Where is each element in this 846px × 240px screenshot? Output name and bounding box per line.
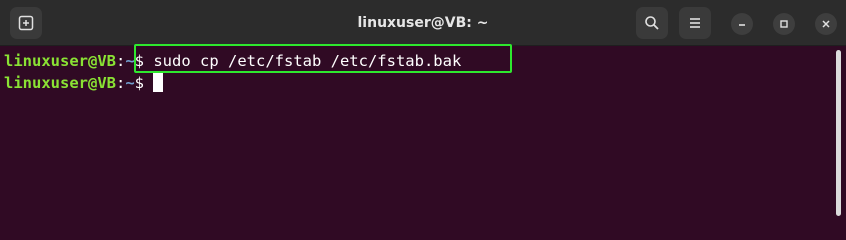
scrollbar[interactable] <box>836 50 841 216</box>
prompt-symbol: $ <box>134 52 154 70</box>
new-tab-button[interactable] <box>10 7 42 39</box>
prompt-separator: : <box>115 74 126 92</box>
close-icon <box>822 20 830 28</box>
search-icon <box>645 16 659 30</box>
menu-button[interactable] <box>679 7 711 39</box>
maximize-button[interactable] <box>773 13 795 35</box>
title-bar[interactable]: linuxuser@VB: ~ <box>0 0 846 46</box>
text-cursor <box>153 73 164 92</box>
minimize-icon <box>739 24 745 26</box>
prompt-user-host: linuxuser@VB <box>4 52 116 70</box>
new-tab-icon <box>18 15 34 31</box>
terminal-line: linuxuser@VB:~$ <box>4 73 164 93</box>
hamburger-menu-icon <box>690 18 700 28</box>
close-button[interactable] <box>815 13 837 35</box>
window-title: linuxuser@VB: ~ <box>357 15 489 31</box>
search-button[interactable] <box>636 7 668 39</box>
terminal-line: linuxuser@VB:~$ sudo cp /etc/fstab /etc/… <box>4 51 461 71</box>
prompt-user-host: linuxuser@VB <box>4 74 116 92</box>
prompt-path: ~ <box>125 74 135 92</box>
minimize-button[interactable] <box>731 13 753 35</box>
prompt-symbol: $ <box>134 74 154 92</box>
maximize-icon <box>780 20 788 28</box>
prompt-path: ~ <box>125 52 135 70</box>
command-text: sudo cp /etc/fstab /etc/fstab.bak <box>153 52 462 70</box>
terminal-window: linuxuser@VB: ~ linuxuser@VB:~$ sudo cp … <box>0 0 846 223</box>
prompt-separator: : <box>115 52 126 70</box>
terminal-output[interactable]: linuxuser@VB:~$ sudo cp /etc/fstab /etc/… <box>0 46 846 223</box>
